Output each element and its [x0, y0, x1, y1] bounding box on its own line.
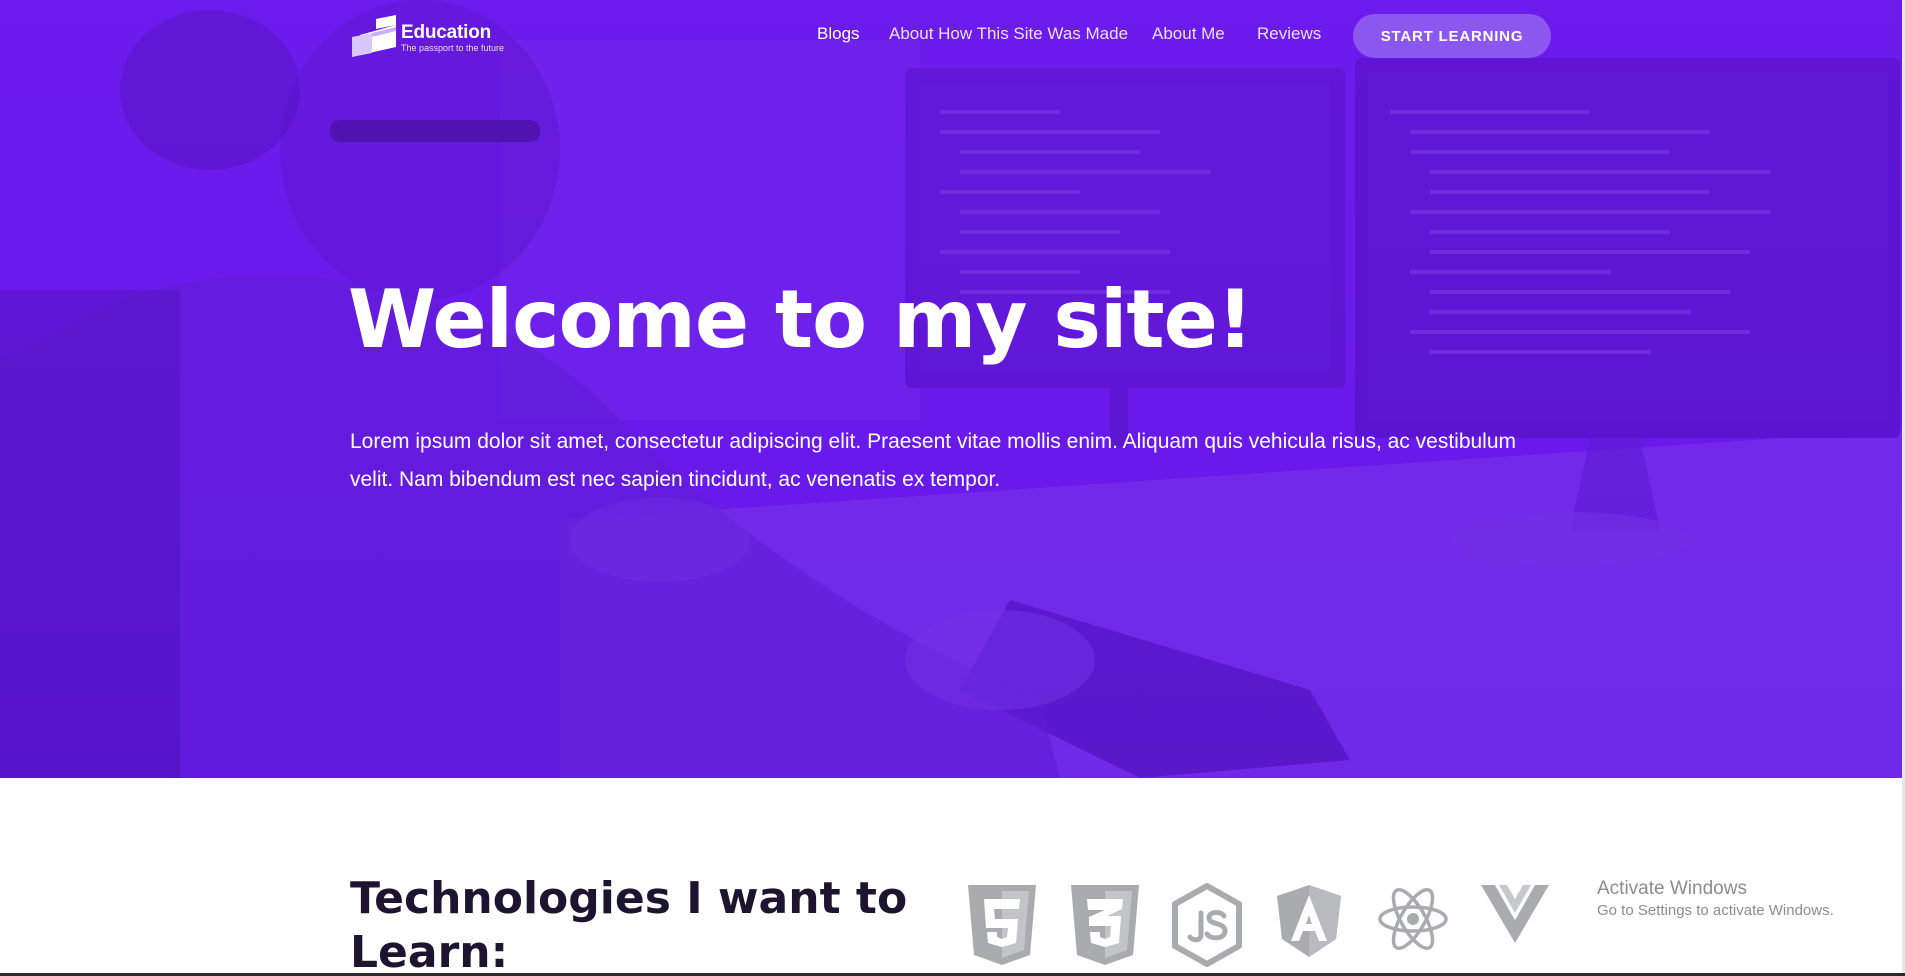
- hero-title: Welcome to my site!: [348, 273, 1253, 366]
- vue-icon: [1481, 885, 1549, 943]
- watermark-subtitle: Go to Settings to activate Windows.: [1597, 902, 1834, 919]
- angular-icon: [1277, 885, 1341, 957]
- technologies-title: Technologies I want to Learn:: [350, 873, 908, 976]
- technology-icons: [963, 883, 1563, 973]
- hero-description: Lorem ipsum dolor sit amet, consectetur …: [350, 430, 1517, 491]
- html5-icon: [968, 885, 1036, 965]
- page: Education The passport to the future Blo…: [0, 0, 1905, 976]
- logo-tagline: The passport to the future: [401, 43, 505, 53]
- logo-title: Education: [401, 22, 492, 43]
- react-icon: [1378, 888, 1448, 950]
- graduation-cap-logo-icon: [352, 15, 396, 57]
- hero-overlay: [0, 0, 1902, 778]
- hero-section: Education The passport to the future Blo…: [0, 0, 1902, 778]
- css3-icon: [1071, 885, 1139, 965]
- nav-item-about-me[interactable]: About Me: [1152, 24, 1225, 44]
- watermark-title: Activate Windows: [1597, 878, 1747, 899]
- nav-item-blogs[interactable]: Blogs: [817, 24, 860, 44]
- site-logo[interactable]: Education The passport to the future: [350, 15, 504, 59]
- start-learning-button[interactable]: START LEARNING: [1353, 14, 1551, 58]
- nodejs-icon: [1172, 883, 1242, 967]
- activate-windows-watermark: Activate Windows Go to Settings to activ…: [1597, 879, 1834, 918]
- nav-item-about-site[interactable]: About How This Site Was Made: [889, 24, 1128, 44]
- nav-item-reviews[interactable]: Reviews: [1257, 24, 1321, 44]
